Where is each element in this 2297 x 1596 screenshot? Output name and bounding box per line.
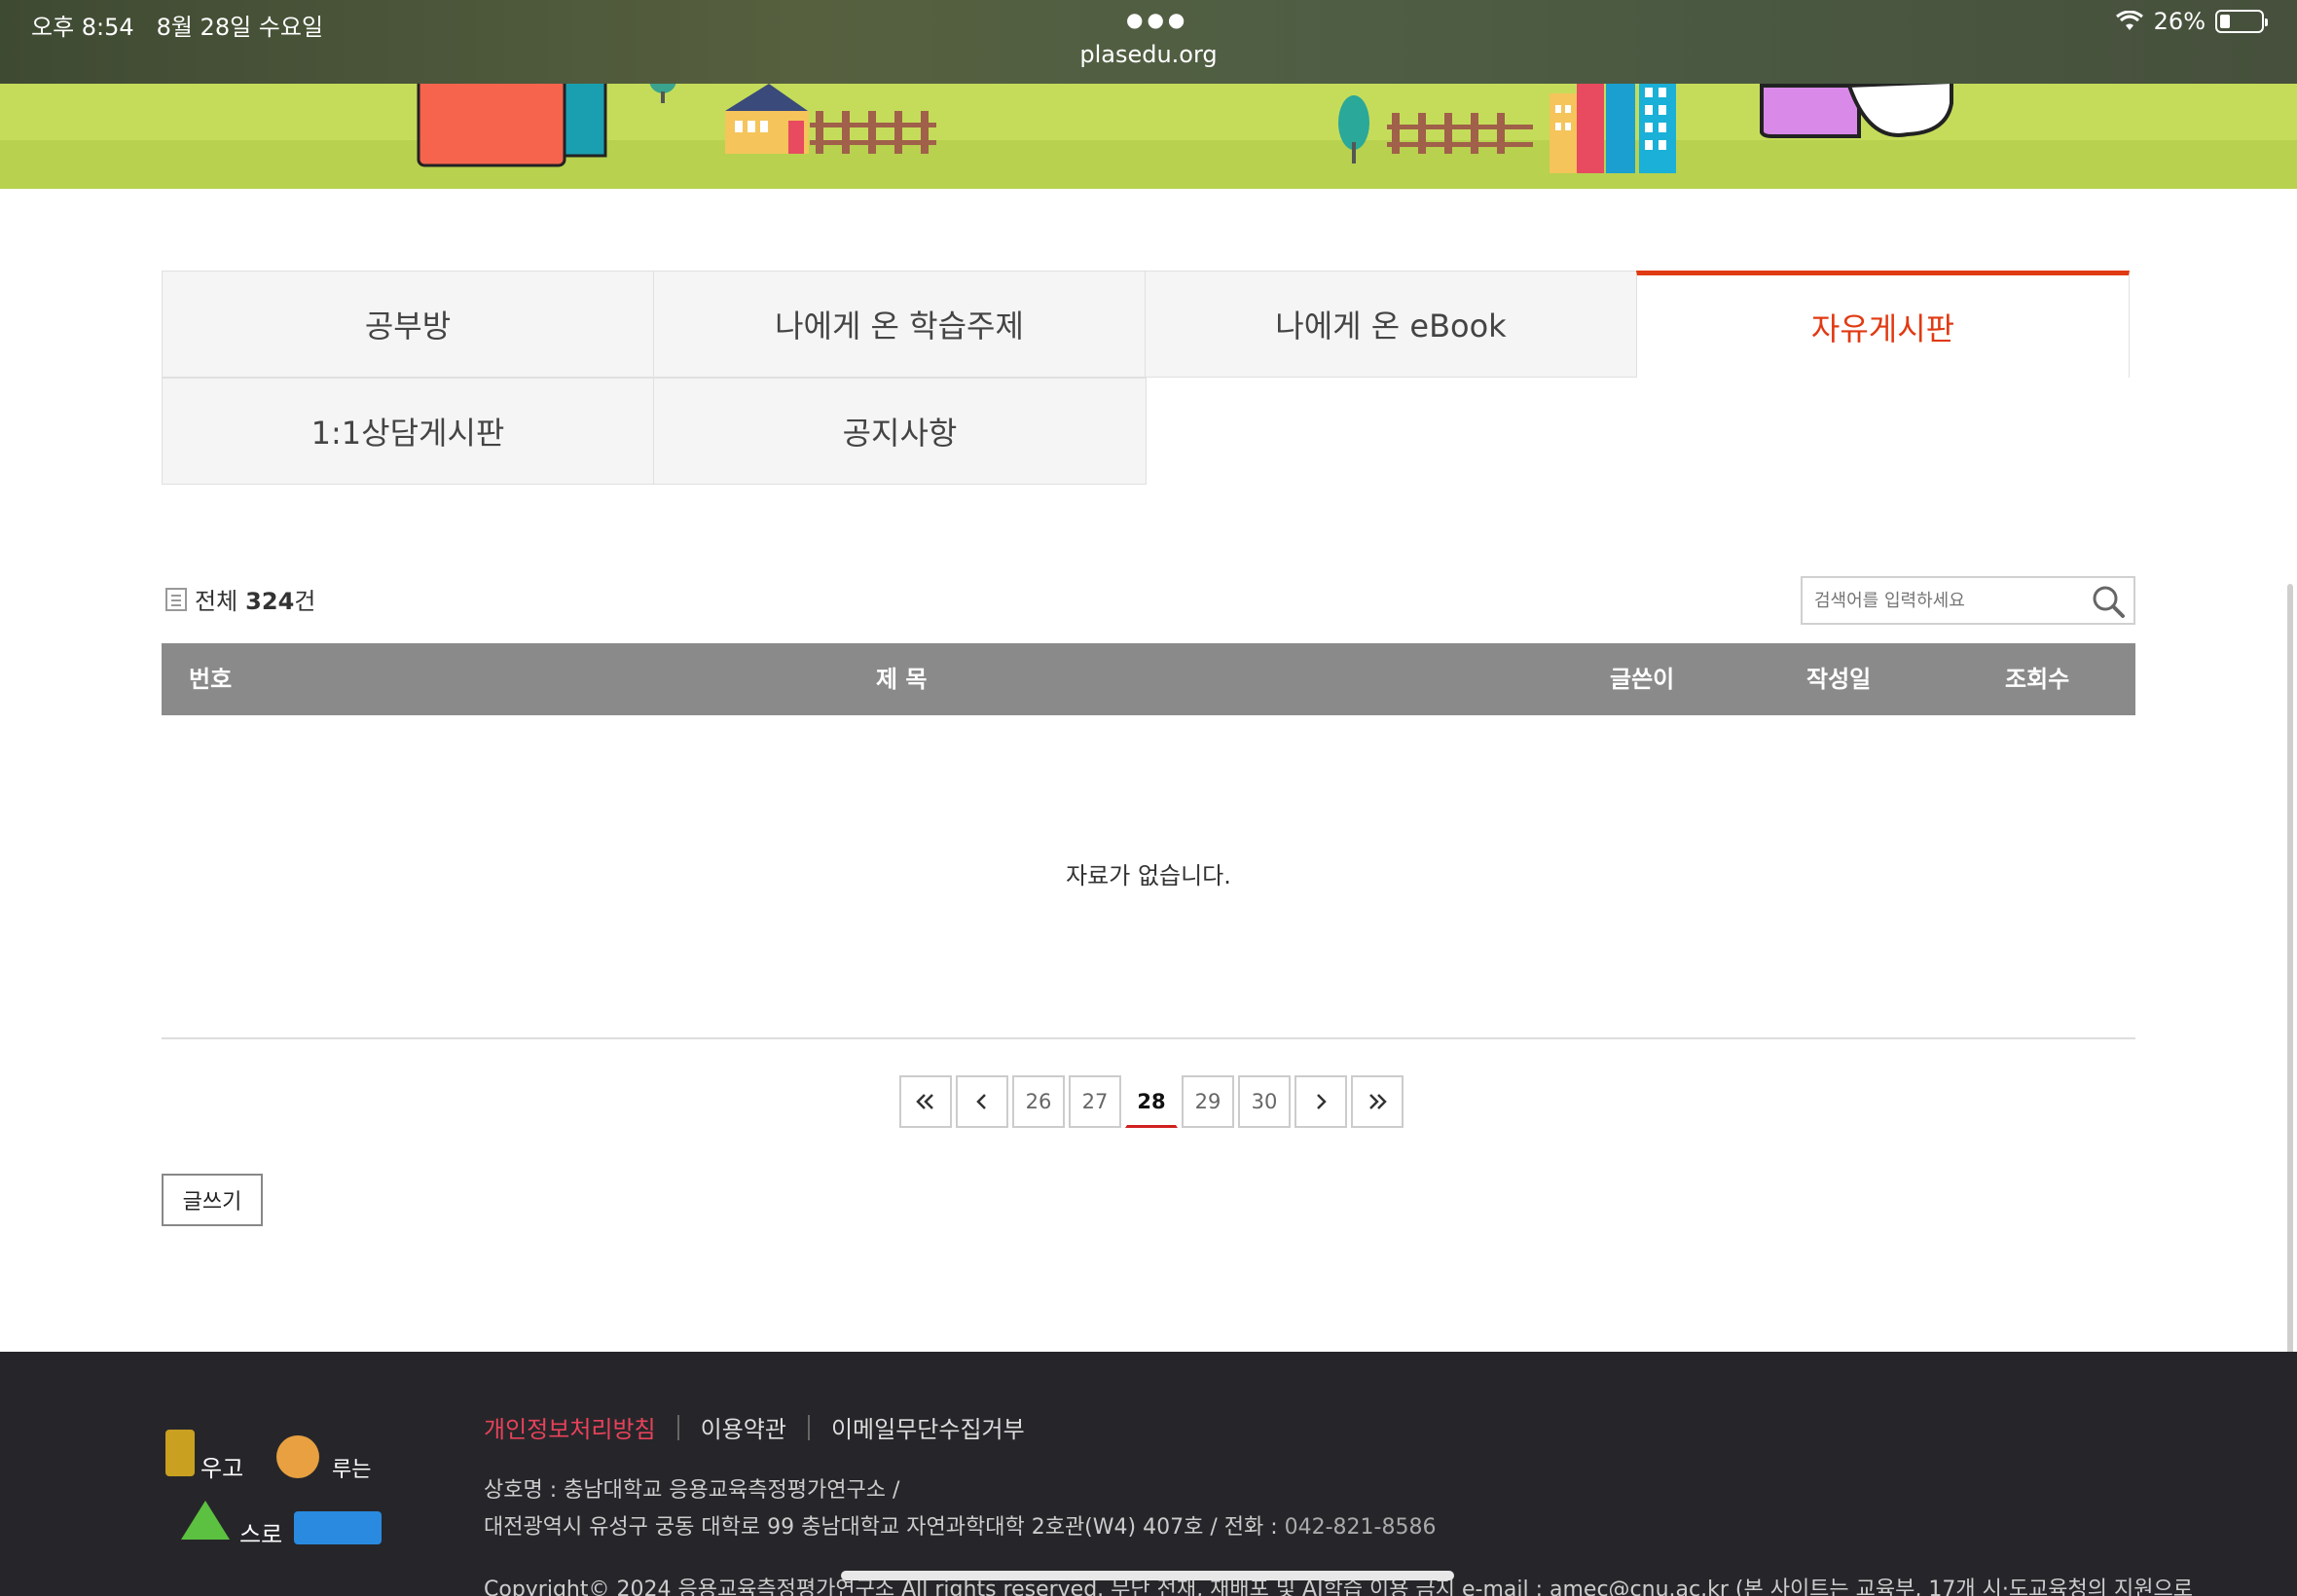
phone-number: 042-821-8586 bbox=[1284, 1515, 1437, 1540]
tab-counseling-board[interactable]: 1:1상담게시판 bbox=[162, 378, 654, 485]
email-refusal-link[interactable]: 이메일무단수집거부 bbox=[831, 1410, 1025, 1444]
home-indicator[interactable] bbox=[841, 1571, 1454, 1580]
tab-free-board[interactable]: 자유게시판 bbox=[1636, 271, 2130, 378]
link-divider bbox=[676, 1414, 679, 1440]
col-views: 조회수 bbox=[2005, 666, 2070, 693]
double-chevron-left-icon bbox=[916, 1094, 933, 1109]
col-title: 제 목 bbox=[876, 666, 928, 693]
page-30[interactable]: 30 bbox=[1238, 1075, 1291, 1128]
empty-message: 자료가 없습니다. bbox=[1066, 862, 1231, 889]
search-box bbox=[1801, 576, 2135, 625]
chevron-left-icon bbox=[976, 1094, 986, 1109]
table-header: 번호 제 목 글쓴이 작성일 조회수 bbox=[162, 643, 2135, 715]
company-name: 상호명 : 충남대학교 응용교육측정평가연구소 / bbox=[484, 1478, 900, 1503]
page-29[interactable]: 29 bbox=[1182, 1075, 1234, 1128]
date-text: 8월 28일 수요일 bbox=[156, 14, 324, 41]
table-bottom-divider bbox=[162, 1037, 2135, 1039]
search-icon[interactable] bbox=[2091, 584, 2126, 619]
time-text: 오후 8:54 bbox=[31, 14, 134, 41]
page-27[interactable]: 27 bbox=[1069, 1075, 1121, 1128]
page-26[interactable]: 26 bbox=[1012, 1075, 1065, 1128]
write-button[interactable]: 글쓰기 bbox=[162, 1174, 263, 1226]
next-page-button[interactable] bbox=[1294, 1075, 1347, 1128]
more-dots-icon[interactable]: ●●● bbox=[1126, 8, 1188, 31]
site-logo: 우고 루는 스로 bbox=[165, 1430, 382, 1548]
battery-icon bbox=[2215, 10, 2268, 33]
tab-notices[interactable]: 공지사항 bbox=[653, 378, 1147, 485]
search-input[interactable] bbox=[1803, 578, 2075, 623]
chevron-right-icon bbox=[1317, 1094, 1327, 1109]
prev-page-button[interactable] bbox=[956, 1075, 1008, 1128]
status-right: 26% bbox=[2115, 8, 2268, 35]
address-text: 대전광역시 유성구 궁동 대학로 99 충남대학교 자연과학대학 2호관(W4)… bbox=[484, 1515, 1285, 1540]
total-number: 324 bbox=[245, 588, 295, 615]
scrollbar[interactable] bbox=[2287, 584, 2293, 1362]
tab-ebook[interactable]: 나에게 온 eBook bbox=[1145, 271, 1637, 378]
battery-percent: 26% bbox=[2153, 8, 2206, 35]
first-page-button[interactable] bbox=[899, 1075, 952, 1128]
double-chevron-right-icon bbox=[1369, 1094, 1387, 1109]
svg-text:우고: 우고 bbox=[201, 1455, 243, 1482]
page-28-current[interactable]: 28 bbox=[1125, 1075, 1178, 1128]
banner-illustration bbox=[417, 84, 1953, 173]
footer-links: 개인정보처리방침 이용약관 이메일무단수집거부 bbox=[484, 1410, 1025, 1444]
col-date: 작성일 bbox=[1806, 666, 1872, 693]
privacy-policy-link[interactable]: 개인정보처리방침 bbox=[484, 1410, 656, 1444]
total-label: 전체 bbox=[195, 588, 238, 615]
total-count: 전체 324건 bbox=[165, 582, 315, 616]
url-bar[interactable]: plasedu.org bbox=[0, 41, 2297, 68]
status-bar: 오후 8:54 8월 28일 수요일 ●●● plasedu.org 26% bbox=[0, 0, 2297, 84]
last-page-button[interactable] bbox=[1351, 1075, 1404, 1128]
svg-text:스로: 스로 bbox=[239, 1521, 282, 1548]
tab-study-room[interactable]: 공부방 bbox=[162, 271, 654, 378]
total-suffix: 건 bbox=[294, 588, 316, 615]
list-icon bbox=[165, 587, 187, 611]
tab-learning-topics[interactable]: 나에게 온 학습주제 bbox=[653, 271, 1146, 378]
terms-link[interactable]: 이용약관 bbox=[701, 1410, 786, 1444]
link-divider bbox=[807, 1414, 810, 1440]
svg-text:루는: 루는 bbox=[332, 1458, 371, 1482]
pagination: 26 27 28 29 30 bbox=[899, 1075, 1404, 1128]
header-banner bbox=[0, 84, 2297, 189]
wifi-icon bbox=[2115, 11, 2143, 30]
footer: 우고 루는 스로 개인정보처리방침 이용약관 이메일무단수집거부 상호명 : 충… bbox=[0, 1352, 2297, 1596]
status-time: 오후 8:54 8월 28일 수요일 bbox=[31, 8, 323, 42]
col-number: 번호 bbox=[189, 666, 233, 693]
address-line: 대전광역시 유성구 궁동 대학로 99 충남대학교 자연과학대학 2호관(W4)… bbox=[484, 1509, 1436, 1541]
col-author: 글쓴이 bbox=[1610, 666, 1675, 693]
